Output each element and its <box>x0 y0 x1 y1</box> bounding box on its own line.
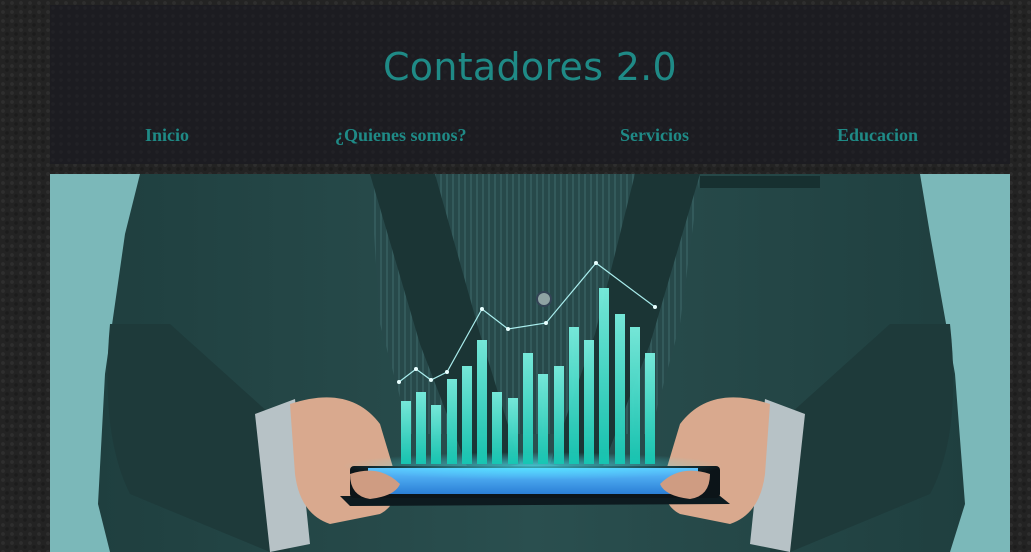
site-header: Contadores 2.0 Inicio ¿Quienes somos? Se… <box>50 5 1010 164</box>
nav-link-inicio[interactable]: Inicio <box>145 125 189 146</box>
site-title: Contadores 2.0 <box>382 45 678 89</box>
nav-link-servicios[interactable]: Servicios <box>620 125 689 146</box>
nav-link-educacion[interactable]: Educacion <box>837 125 918 146</box>
hero-banner <box>50 174 1010 552</box>
hero-image <box>50 174 1010 552</box>
nav-link-quienes-somos[interactable]: ¿Quienes somos? <box>335 125 467 146</box>
